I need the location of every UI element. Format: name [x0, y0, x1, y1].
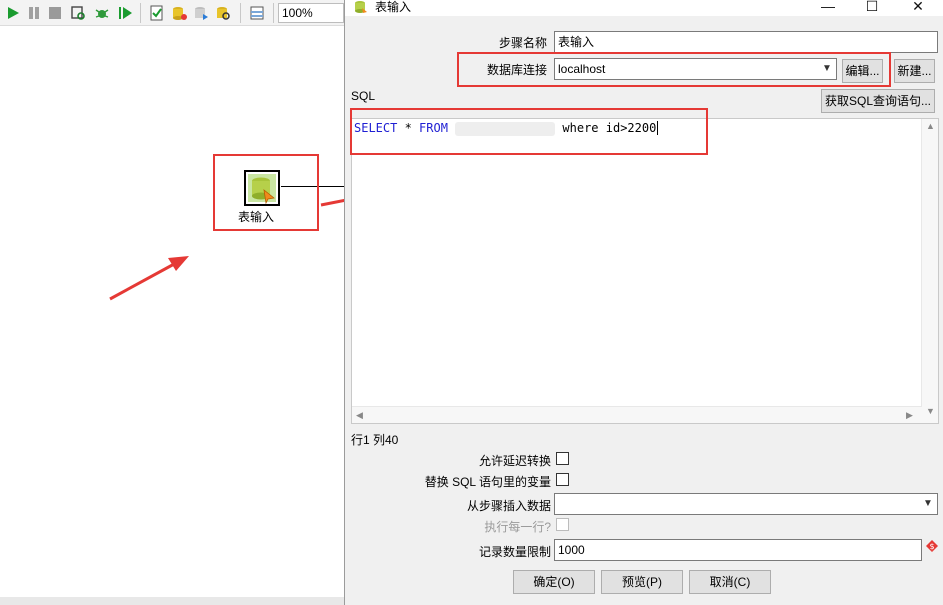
get-sql-button[interactable]: 获取SQL查询语句... — [821, 89, 935, 113]
execute-each-row-label: 执行每一行? — [484, 520, 551, 534]
sql-vertical-scrollbar[interactable]: ▲ ▼ — [921, 119, 938, 423]
sql-horizontal-scrollbar[interactable]: ◀ ▶ — [352, 406, 922, 423]
close-button[interactable]: ✕ — [908, 0, 928, 15]
annotation-arrow-canvas — [109, 256, 189, 301]
execute-each-row-checkbox — [556, 518, 569, 531]
scroll-down-icon[interactable]: ▼ — [926, 406, 935, 416]
limit-label: 记录数量限制 — [478, 545, 551, 559]
chevron-down-icon: ▼ — [923, 498, 933, 509]
dialog-title: 表输入 — [375, 0, 412, 14]
screen: 100% 表输入 表输入 — ☐ ✕ 步骤名称 表输入 数据库连接 localh… — [0, 0, 943, 605]
scroll-left-icon[interactable]: ◀ — [356, 410, 363, 421]
step-name-input[interactable]: 表输入 — [554, 31, 938, 53]
allow-lazy-conversion-checkbox[interactable] — [556, 452, 569, 465]
replace-variables-label: 替换 SQL 语句里的变量 — [424, 475, 551, 489]
preview-button[interactable]: 预览(P) — [601, 570, 683, 594]
variable-icon: $ — [926, 540, 938, 552]
scroll-right-icon[interactable]: ▶ — [906, 410, 913, 421]
maximize-button[interactable]: ☐ — [862, 0, 882, 15]
cancel-button[interactable]: 取消(C) — [689, 570, 771, 594]
dialog-titlebar: 表输入 — ☐ ✕ — [345, 0, 943, 16]
sql-editor[interactable]: SELECT * FROM where id>2200 ▲ ▼ ◀ ▶ — [351, 118, 939, 424]
table-input-dialog: 表输入 — ☐ ✕ 步骤名称 表输入 数据库连接 localhost ▼ 编辑.… — [344, 0, 943, 605]
step-name-label: 步骤名称 — [498, 36, 547, 50]
ok-button[interactable]: 确定(O) — [513, 570, 595, 594]
svg-text:$: $ — [929, 542, 934, 551]
annotation-box-sql — [350, 108, 708, 155]
allow-lazy-conversion-label: 允许延迟转换 — [478, 454, 551, 468]
insert-from-step-label: 从步骤插入数据 — [466, 499, 551, 513]
cursor-position: 行1 列40 — [351, 433, 399, 447]
annotation-box-connection — [457, 52, 891, 87]
replace-variables-checkbox[interactable] — [556, 473, 569, 486]
sql-label: SQL — [351, 89, 376, 103]
limit-input[interactable]: 1000 — [554, 539, 922, 561]
scroll-up-icon[interactable]: ▲ — [926, 121, 935, 131]
minimize-button[interactable]: — — [818, 0, 838, 15]
insert-from-step-select[interactable]: ▼ — [554, 493, 938, 515]
new-connection-button[interactable]: 新建... — [894, 59, 935, 83]
table-input-icon — [355, 1, 367, 13]
